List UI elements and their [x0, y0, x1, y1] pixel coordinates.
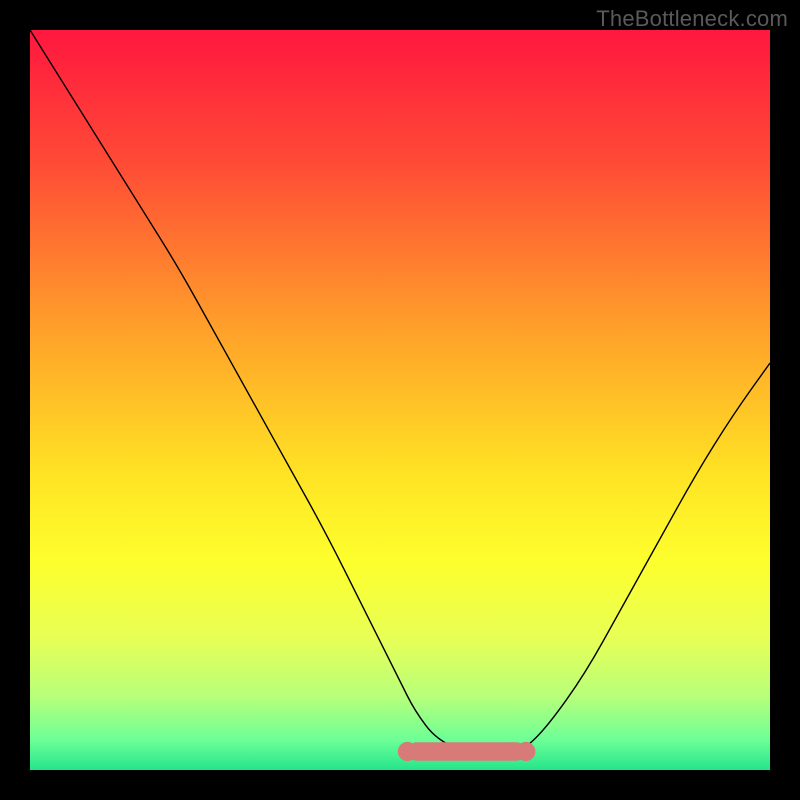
chart-frame: TheBottleneck.com — [0, 0, 800, 800]
bottleneck-chart — [30, 30, 770, 770]
watermark-text: TheBottleneck.com — [596, 6, 788, 32]
optimal-range-marker — [398, 742, 536, 761]
gradient-background — [30, 30, 770, 770]
